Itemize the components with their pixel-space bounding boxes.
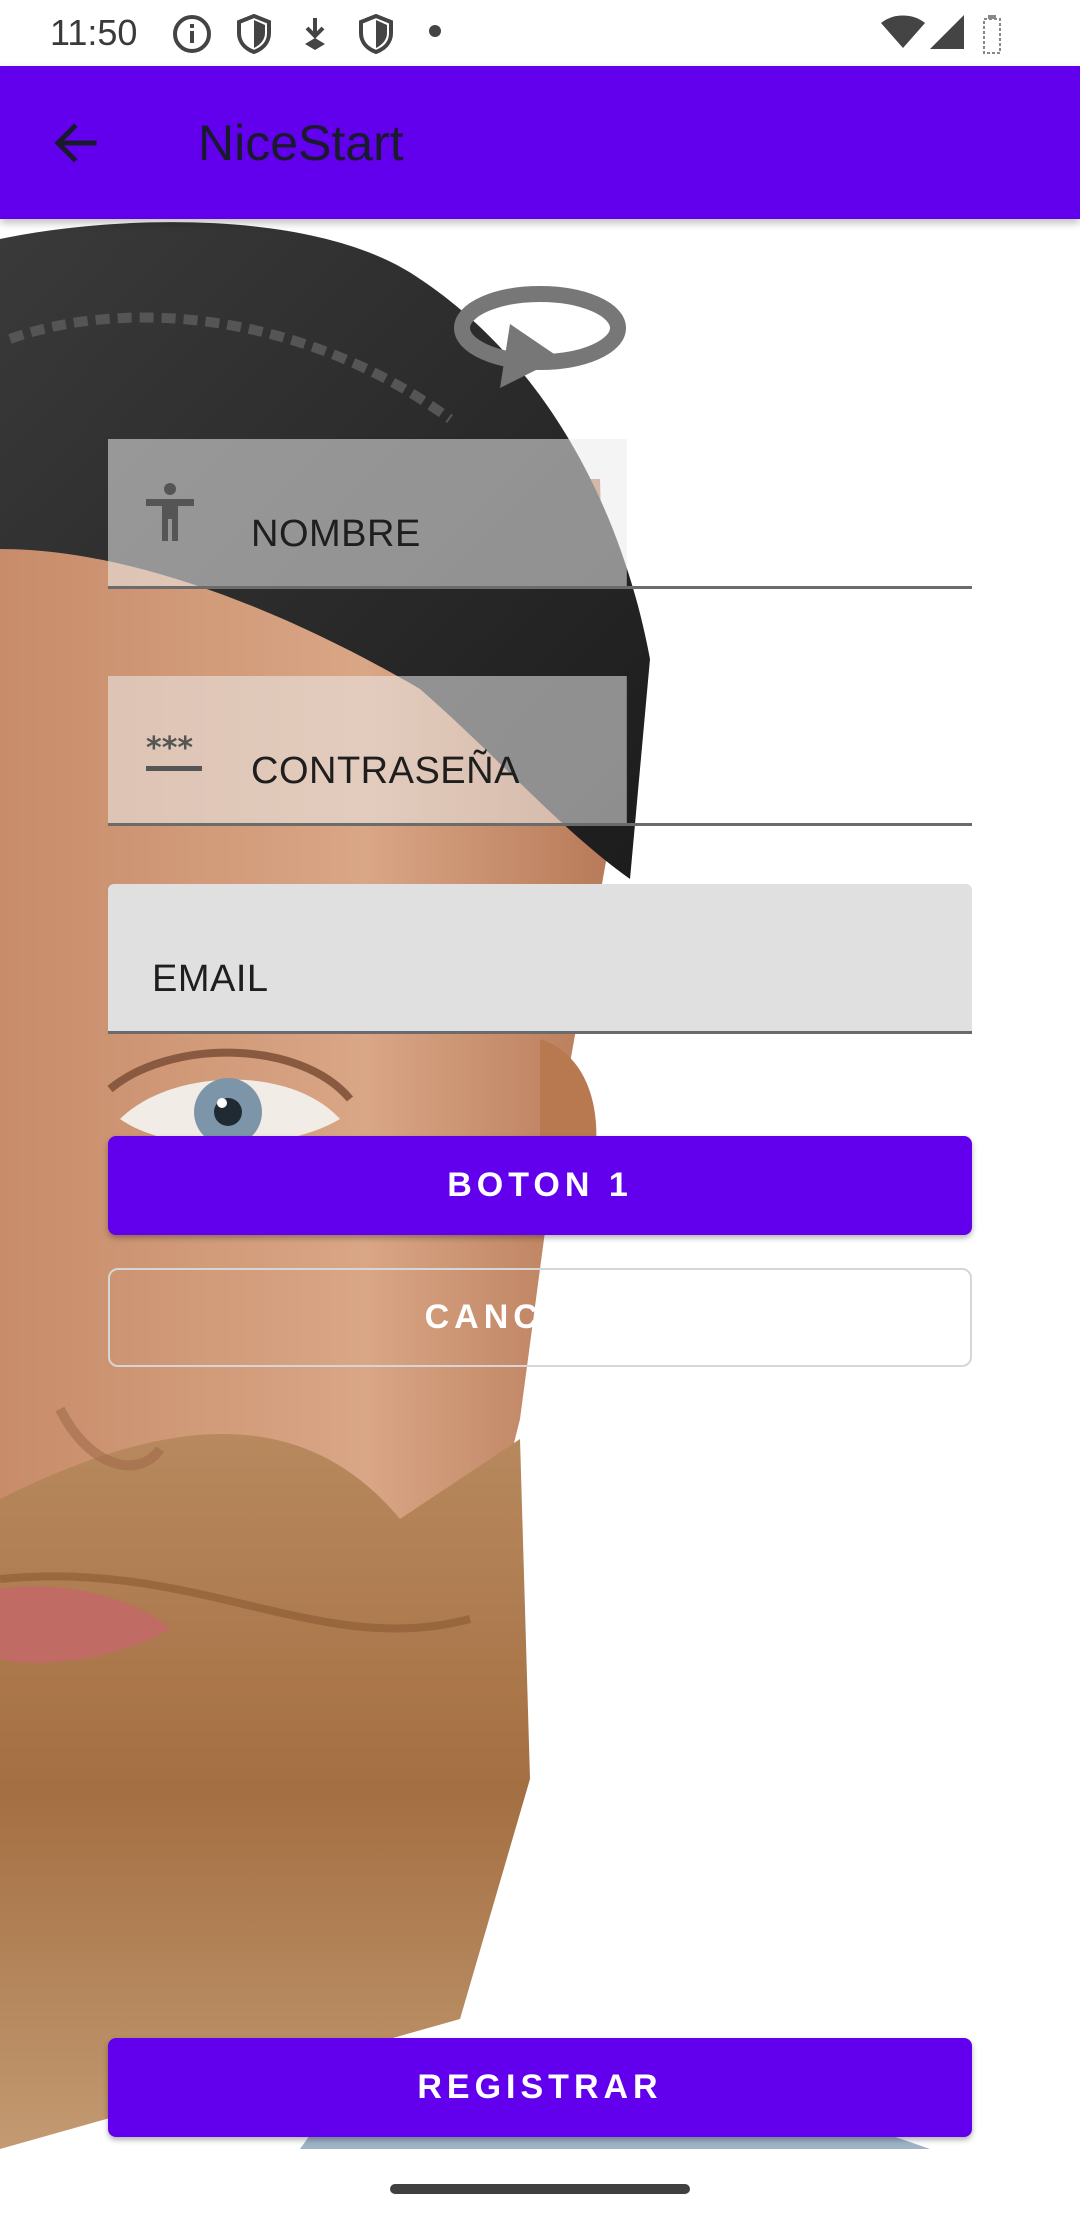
status-time: 11:50 (50, 12, 138, 53)
download-icon (305, 18, 325, 50)
wifi-icon (881, 15, 925, 48)
reload-icon (454, 286, 626, 388)
password-icon: *** (146, 734, 202, 771)
shield-icon (359, 14, 393, 54)
arrow-back-icon (54, 123, 97, 163)
back-button[interactable] (40, 108, 110, 178)
accessibility-icon (146, 483, 194, 541)
svg-text:***: *** (146, 734, 193, 766)
cancel-button-label: CANCELAR (424, 1298, 656, 1336)
password-field-hint: CONTRASEÑA (251, 750, 520, 792)
status-bar: 11:50 (0, 0, 1080, 66)
cancel-button[interactable]: CANCELAR (108, 1268, 972, 1367)
shield-icon (237, 14, 271, 54)
boton-1-button[interactable]: BOTON 1 (108, 1136, 972, 1235)
email-field[interactable]: EMAIL (108, 884, 972, 1034)
name-field[interactable]: NOMBRE (108, 439, 972, 589)
register-button[interactable]: REGISTRAR (108, 2038, 972, 2137)
dot-icon (429, 25, 441, 37)
name-field-hint: NOMBRE (251, 513, 421, 555)
password-field[interactable]: *** CONTRASEÑA (108, 676, 972, 826)
navigation-bar (0, 2150, 1080, 2220)
app-title: NiceStart (198, 115, 404, 171)
battery-icon (983, 15, 1001, 54)
signal-icon (930, 15, 964, 49)
email-field-hint: EMAIL (152, 958, 269, 1000)
app-bar: NiceStart (0, 66, 1080, 219)
home-gesture-handle[interactable] (390, 2184, 690, 2194)
info-icon (173, 15, 211, 53)
